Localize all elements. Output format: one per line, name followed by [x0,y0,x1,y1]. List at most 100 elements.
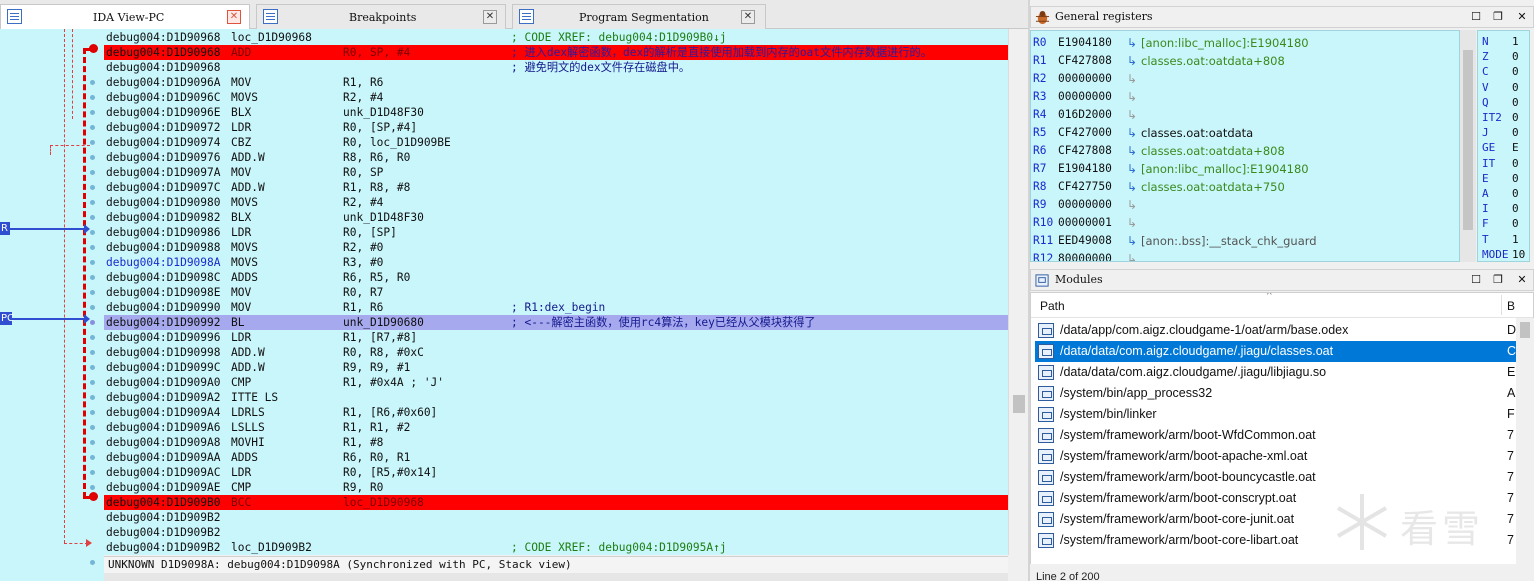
maximize-icon[interactable]: ☐ [1469,10,1483,24]
instruction-dot[interactable] [90,365,95,370]
instruction-dot[interactable] [90,200,95,205]
disasm-line[interactable]: debug004:D1D90982 BLX unk_D1D48F30 [104,210,1008,225]
module-row[interactable]: /system/framework/arm/boot-apache-xml.oa… [1035,446,1533,467]
register-row[interactable]: R2 00000000 ↳ [1031,70,1459,88]
tab-ida-view-pc[interactable]: IDA View-PC ✕ [0,4,250,30]
disasm-horizontal-scrollbar[interactable] [104,573,1008,581]
disasm-line[interactable]: debug004:D1D909B2 [104,525,1008,540]
register-row[interactable]: R3 00000000 ↳ [1031,88,1459,106]
flag-row[interactable]: J0 [1478,125,1529,140]
flag-row[interactable]: C0 [1478,64,1529,79]
flag-row[interactable]: Z0 [1478,49,1529,64]
module-row[interactable]: /system/framework/arm/boot-core-libart.o… [1035,530,1533,551]
register-row[interactable]: R1 CF427808 ↳ classes.oat:oatdata+808 [1031,52,1459,70]
flag-row[interactable]: MODE 10 [1478,247,1529,261]
disasm-line[interactable]: debug004:D1D90996 LDR R1, [R7,#8] [104,330,1008,345]
close-icon[interactable]: ✕ [741,10,755,24]
module-row[interactable]: /system/bin/linker F [1035,404,1533,425]
disasm-line[interactable]: debug004:D1D90968 ADD R0, SP, #4 ; 进入dex解密函… [104,45,1008,60]
modules-list[interactable]: ^ Path B /data/app/com.aigz.cloudgame-1/… [1030,292,1534,581]
flag-row[interactable]: N1 [1478,34,1529,49]
instruction-dot[interactable] [90,455,95,460]
disasm-line[interactable]: debug004:D1D909B2 [104,510,1008,525]
disasm-line[interactable]: debug004:D1D90974 CBZ R0, loc_D1D909BE [104,135,1008,150]
disasm-line[interactable]: debug004:D1D9098C ADDS R6, R5, R0 [104,270,1008,285]
instruction-dot[interactable] [90,440,95,445]
breakpoint-dot[interactable] [89,492,98,501]
instruction-dot[interactable] [90,425,95,430]
instruction-dot[interactable] [90,185,95,190]
disasm-line[interactable]: debug004:D1D909A4 LDRLS R1, [R6,#0x60] [104,405,1008,420]
flags-list[interactable]: N 1 Z 0 C 0 V 0 Q 0 IT2 0 J 0 GE E IT 0 E 0 A 0 I 0 F 0 T 1 MODE 10 [1477,30,1530,262]
scroll-thumb[interactable] [1520,322,1530,338]
instruction-dot[interactable] [90,305,95,310]
instruction-dot[interactable] [90,170,95,175]
disasm-line[interactable]: debug004:D1D909AE CMP R9, R0 [104,480,1008,495]
flag-row[interactable]: GE E [1478,140,1529,155]
instruction-dot[interactable] [90,155,95,160]
instruction-dot[interactable] [90,485,95,490]
restore-icon[interactable]: ❐ [1491,273,1505,287]
disasm-line[interactable]: debug004:D1D90998 ADD.W R0, R8, #0xC [104,345,1008,360]
register-row[interactable]: R5 CF427000 ↳ classes.oat:oatdata [1031,124,1459,142]
instruction-dot[interactable] [90,95,95,100]
instruction-dot[interactable] [90,110,95,115]
disasm-line[interactable]: debug004:D1D909A6 LSLLS R1, R1, #2 [104,420,1008,435]
restore-icon[interactable]: ❐ [1491,10,1505,24]
instruction-dot[interactable] [90,140,95,145]
disassembly-view[interactable]: debug004:D1D90968 loc_D1D90968 ; CODE XREF… [104,29,1008,555]
scroll-thumb[interactable] [1013,395,1025,413]
register-row[interactable]: R12 80000000 ↳ [1031,250,1459,261]
registers-list[interactable]: R0 E1904180 ↳ [anon:libc_malloc]:E1904180 R1… [1030,30,1460,262]
modules-scrollbar[interactable] [1516,318,1534,564]
close-icon[interactable]: ✕ [1515,273,1529,287]
disasm-line[interactable]: debug004:D1D909B2 loc_D1D909B2 ; CODE XREF… [104,540,1008,555]
instruction-dot[interactable] [90,260,95,265]
register-row[interactable]: R9 00000000 ↳ [1031,196,1459,214]
flag-row[interactable]: I0 [1478,201,1529,216]
instruction-dot[interactable] [90,350,95,355]
register-row[interactable]: R4 016D2000 ↳ [1031,106,1459,124]
instruction-dot[interactable] [90,125,95,130]
register-row[interactable]: R0 E1904180 ↳ [anon:libc_malloc]:E1904180 [1031,34,1459,52]
column-header-path[interactable]: Path [1040,299,1065,313]
disasm-line[interactable]: debug004:D1D9098E MOV R0, R7 [104,285,1008,300]
disasm-line[interactable]: debug004:D1D90980 MOVS R2, #4 [104,195,1008,210]
disasm-line[interactable]: debug004:D1D9096A MOV R1, R6 [104,75,1008,90]
disasm-line[interactable]: debug004:D1D9096C MOVS R2, #4 [104,90,1008,105]
flag-row[interactable]: F0 [1478,216,1529,231]
disasm-line[interactable]: debug004:D1D909A8 MOVHI R1, #8 [104,435,1008,450]
close-icon[interactable]: ✕ [1515,10,1529,24]
column-separator[interactable] [1501,295,1502,315]
register-row[interactable]: R8 CF427750 ↳ classes.oat:oatdata+750 [1031,178,1459,196]
flag-row[interactable]: E0 [1478,171,1529,186]
flag-row[interactable]: A0 [1478,186,1529,201]
module-row[interactable]: /system/framework/arm/boot-bouncycastle.… [1035,467,1533,488]
disasm-line[interactable]: debug004:D1D90986 LDR R0, [SP] [104,225,1008,240]
instruction-dot[interactable] [90,80,95,85]
breakpoint-dot[interactable] [89,44,98,53]
flag-row[interactable]: T1 [1478,232,1529,247]
instruction-dot[interactable] [90,380,95,385]
module-row[interactable]: /system/framework/arm/boot-core-junit.oa… [1035,509,1533,530]
disasm-line[interactable]: debug004:D1D90990 MOV R1, R6 ; R1:dex_begin [104,300,1008,315]
disasm-line[interactable]: debug004:D1D90972 LDR R0, [SP,#4] [104,120,1008,135]
instruction-dot[interactable] [90,335,95,340]
instruction-dot[interactable] [90,275,95,280]
disasm-line[interactable]: debug004:D1D909B0 BCC loc_D1D90968 [104,495,1008,510]
register-row[interactable]: R10 00000001 ↳ [1031,214,1459,232]
module-row[interactable]: /data/app/com.aigz.cloudgame-1/oat/arm/b… [1035,320,1533,341]
module-row[interactable]: /system/bin/app_process32 A [1035,383,1533,404]
instruction-dot[interactable] [90,320,95,325]
tab-breakpoints[interactable]: Breakpoints ✕ [256,4,506,29]
disasm-line[interactable]: debug004:D1D9098A MOVS R3, #0 [104,255,1008,270]
registers-scrollbar[interactable] [1460,30,1476,262]
instruction-dot[interactable] [90,230,95,235]
instruction-dot[interactable] [90,410,95,415]
disasm-line[interactable]: debug004:D1D909A0 CMP R1, #0x4A ; 'J' [104,375,1008,390]
disasm-line[interactable]: debug004:D1D9097C ADD.W R1, R8, #8 [104,180,1008,195]
instruction-dot[interactable] [90,245,95,250]
scroll-thumb[interactable] [1463,50,1473,230]
flag-row[interactable]: IT 0 [1478,156,1529,171]
module-row[interactable]: /data/data/com.aigz.cloudgame/.jiagu/lib… [1035,362,1533,383]
